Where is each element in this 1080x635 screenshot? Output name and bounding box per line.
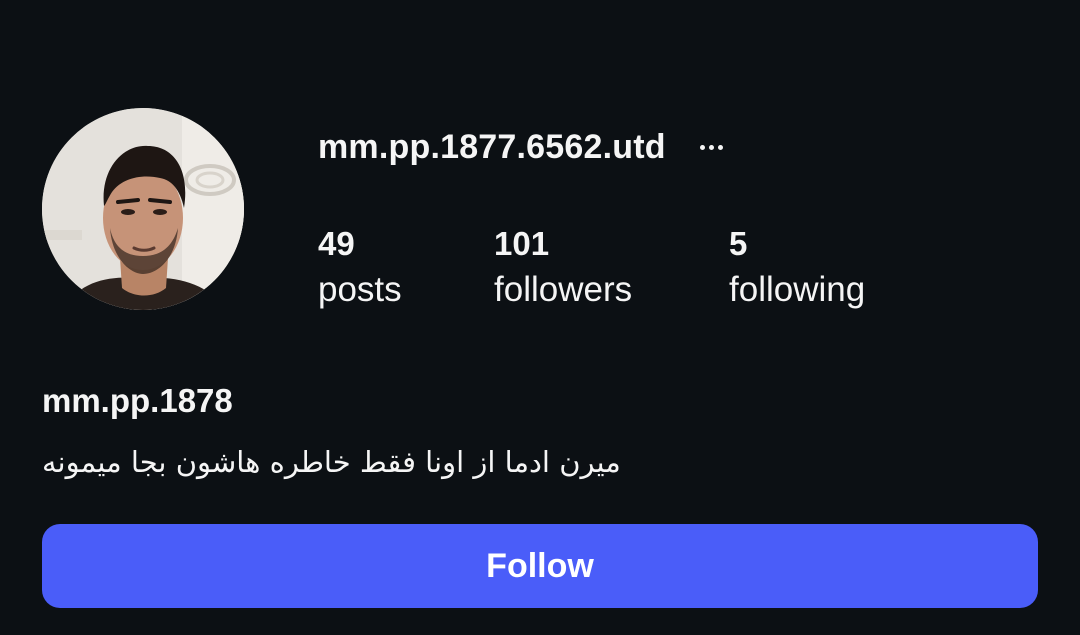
follow-button[interactable]: Follow [42, 524, 1038, 608]
following-label: following [729, 270, 866, 309]
stat-followers[interactable]: 101 followers [494, 224, 632, 316]
posts-label: posts [318, 270, 402, 309]
stat-following[interactable]: 5 following [729, 224, 865, 316]
stat-posts: 49 posts [318, 224, 402, 316]
more-options-icon[interactable] [692, 127, 732, 167]
profile-bio: میرن ادما از اونا فقط خاطره هاشون بجا می… [42, 445, 621, 479]
username-row: mm.pp.1877.6562.utd [318, 122, 732, 172]
followers-label: followers [494, 270, 633, 309]
profile-username: mm.pp.1877.6562.utd [318, 127, 666, 166]
following-count: 5 [729, 225, 748, 262]
profile-avatar[interactable] [42, 108, 244, 310]
avatar-image [42, 108, 244, 310]
followers-count: 101 [494, 225, 550, 262]
posts-count: 49 [318, 225, 355, 262]
more-dot [700, 144, 706, 150]
more-dot [709, 144, 715, 150]
more-dot [718, 144, 724, 150]
profile-display-name: mm.pp.1878 [42, 382, 233, 419]
